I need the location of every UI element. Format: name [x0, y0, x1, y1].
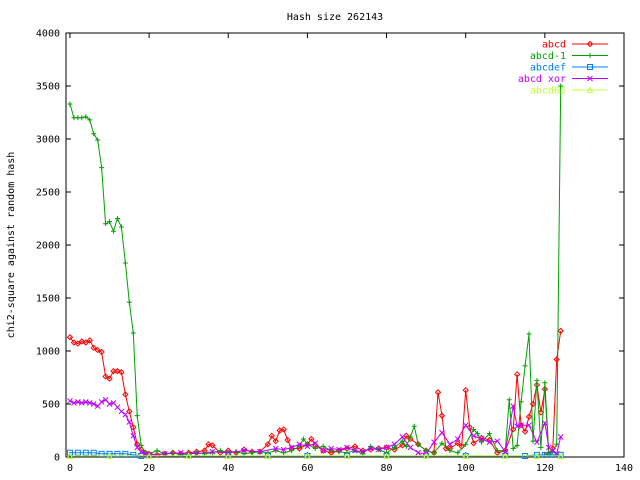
data-point	[79, 115, 85, 121]
x-tick-label: 80	[381, 463, 393, 474]
y-tick-label: 500	[42, 400, 60, 411]
y-tick-label: 1500	[36, 294, 60, 305]
x-tick-label: 40	[222, 463, 234, 474]
legend-label: abcd	[542, 40, 566, 51]
data-point	[122, 260, 128, 266]
y-tick-label: 4000	[36, 29, 60, 40]
series-layer	[66, 83, 564, 459]
data-point	[407, 444, 414, 451]
x-tick-label: 120	[536, 463, 554, 474]
data-point	[154, 448, 160, 454]
legend: abcdabcd-1abcdefabcd xorabcd65	[518, 40, 608, 97]
y-tick-label: 2500	[36, 188, 60, 199]
series-abcd-1	[67, 83, 564, 458]
data-point	[67, 101, 73, 107]
data-point	[134, 413, 140, 419]
y-axis-label: chi2-square against random hash	[6, 152, 17, 339]
data-point	[130, 330, 136, 336]
y-tick-label: 3000	[36, 135, 60, 146]
data-point	[462, 422, 469, 429]
data-point	[506, 397, 512, 403]
data-point	[538, 444, 544, 450]
data-point	[431, 439, 437, 446]
data-point	[118, 408, 125, 415]
legend-label: abcd65	[530, 86, 566, 97]
chart-title: Hash size 262143	[287, 12, 383, 23]
data-point	[534, 439, 540, 446]
y-tick-label: 1000	[36, 347, 60, 358]
x-tick-label: 0	[67, 463, 73, 474]
x-tick-label: 140	[615, 463, 633, 474]
data-point	[110, 228, 116, 234]
data-point	[542, 380, 548, 386]
y-tick-label: 2000	[36, 241, 60, 252]
series-abcd65	[66, 452, 564, 459]
data-point	[95, 137, 101, 143]
data-point	[99, 165, 105, 171]
data-point	[534, 378, 540, 384]
plot-frame	[65, 32, 625, 458]
data-point	[91, 131, 97, 137]
legend-label: abcdef	[530, 63, 566, 74]
x-tick-label: 100	[457, 463, 475, 474]
y-tick-label: 3500	[36, 82, 60, 93]
data-point	[320, 443, 326, 449]
series-line	[69, 85, 562, 456]
legend-label: abcd xor	[518, 74, 566, 85]
data-point	[118, 224, 124, 230]
series-abcd	[66, 327, 564, 459]
data-point	[114, 216, 120, 221]
legend-label: abcd-1	[530, 51, 566, 62]
data-point	[587, 53, 593, 58]
data-point	[522, 363, 528, 369]
data-point	[526, 331, 532, 337]
data-point	[411, 423, 417, 429]
x-tick-label: 60	[301, 463, 313, 474]
data-point	[530, 438, 536, 444]
x-tick-label: 20	[143, 463, 155, 474]
chart: Hash size 262143 chi2-square against ran…	[6, 12, 633, 474]
data-point	[126, 299, 132, 305]
y-tick-label: 0	[54, 453, 60, 464]
data-point	[122, 411, 129, 418]
plot-area	[65, 32, 625, 458]
